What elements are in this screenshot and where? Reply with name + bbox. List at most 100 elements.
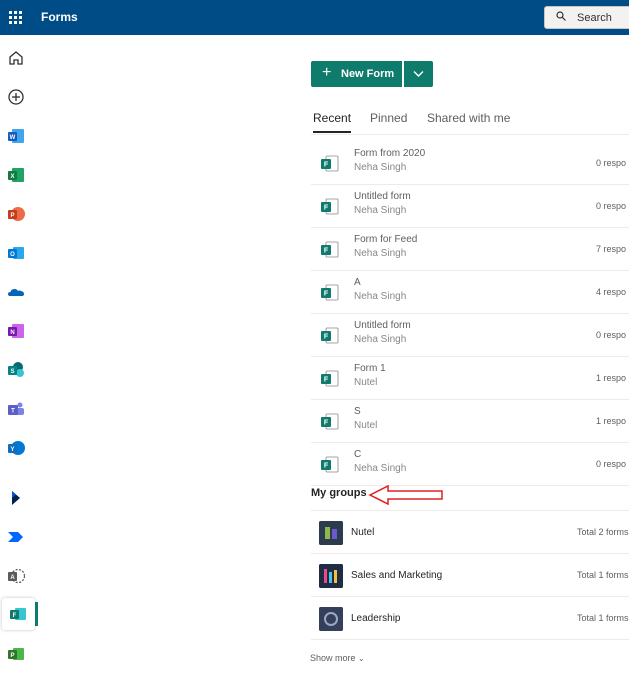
- form-title: Form for Feed: [354, 234, 418, 245]
- new-form-dropdown-button[interactable]: [404, 61, 433, 87]
- word-app[interactable]: W: [4, 124, 28, 148]
- planner-icon: P: [8, 648, 24, 660]
- forms-icon: F: [10, 608, 26, 620]
- form-owner: Neha Singh: [354, 463, 407, 474]
- show-more-link[interactable]: Show more ⌄: [310, 653, 365, 663]
- form-owner: Nutel: [354, 420, 378, 431]
- form-responses: 1 respo: [596, 373, 627, 383]
- chevron-down-icon: ⌄: [358, 654, 365, 663]
- form-row[interactable]: F Form for Feed Neha Singh 7 respo: [311, 228, 629, 271]
- yammer-app[interactable]: Y: [4, 436, 28, 460]
- teams-icon: T: [8, 402, 24, 415]
- tab-pinned[interactable]: Pinned: [370, 111, 407, 125]
- home-button[interactable]: [4, 46, 28, 70]
- onenote-app[interactable]: N: [4, 319, 28, 343]
- outlook-app[interactable]: O: [4, 241, 28, 265]
- onedrive-icon: [8, 289, 24, 296]
- svg-text:P: P: [10, 213, 14, 219]
- group-avatar: [319, 521, 343, 545]
- show-more-label: Show more: [310, 653, 356, 663]
- form-row[interactable]: F C Neha Singh 0 respo: [311, 443, 629, 486]
- form-responses: 0 respo: [596, 459, 627, 469]
- svg-text:F: F: [324, 205, 329, 212]
- powerpoint-app[interactable]: P: [4, 202, 28, 226]
- sharepoint-icon: S: [8, 362, 24, 377]
- search-box[interactable]: Search: [544, 6, 629, 29]
- svg-text:N: N: [10, 330, 14, 336]
- form-responses: 1 respo: [596, 416, 627, 426]
- form-file-icon: F: [321, 413, 339, 430]
- group-row[interactable]: Nutel Total 2 forms: [311, 511, 629, 554]
- forms-app[interactable]: F: [2, 598, 35, 630]
- create-button[interactable]: [4, 85, 28, 109]
- form-row[interactable]: F Untitled form Neha Singh 0 respo: [311, 185, 629, 228]
- sharepoint-app[interactable]: S: [4, 358, 28, 382]
- form-file-icon: F: [321, 370, 339, 387]
- onenote-icon: N: [8, 324, 24, 338]
- svg-text:F: F: [324, 377, 329, 384]
- svg-text:F: F: [324, 334, 329, 341]
- planner-app[interactable]: P: [4, 642, 28, 666]
- power-automate-app[interactable]: [4, 525, 28, 549]
- plus-icon: +: [322, 64, 332, 81]
- form-responses: 0 respo: [596, 201, 627, 211]
- excel-app[interactable]: X: [4, 163, 28, 187]
- form-title: S: [354, 406, 361, 417]
- form-title: C: [354, 449, 362, 460]
- onedrive-app[interactable]: [4, 280, 28, 304]
- access-icon: A: [8, 568, 25, 584]
- group-row[interactable]: Sales and Marketing Total 1 forms: [311, 554, 629, 597]
- create-icon: [8, 89, 24, 105]
- svg-text:A: A: [10, 575, 15, 581]
- svg-text:F: F: [324, 420, 329, 427]
- svg-text:F: F: [324, 248, 329, 255]
- form-row[interactable]: F Untitled form Neha Singh 0 respo: [311, 314, 629, 357]
- dynamics-app[interactable]: [4, 486, 28, 510]
- form-title: Untitled form: [354, 191, 411, 202]
- form-row[interactable]: F Form 1 Nutel 1 respo: [311, 357, 629, 400]
- form-file-icon: F: [321, 456, 339, 473]
- excel-icon: X: [8, 168, 24, 182]
- form-row[interactable]: F S Nutel 1 respo: [311, 400, 629, 443]
- form-title: Form 1: [354, 363, 386, 374]
- form-row[interactable]: F Form from 2020 Neha Singh 0 respo: [311, 142, 629, 185]
- tab-recent[interactable]: Recent: [313, 111, 351, 125]
- new-form-label: New Form: [341, 68, 395, 80]
- svg-text:Y: Y: [10, 447, 14, 453]
- app-title[interactable]: Forms: [41, 10, 78, 24]
- top-bar: Forms Search: [0, 0, 629, 35]
- form-responses: 4 respo: [596, 287, 627, 297]
- power-automate-icon: [8, 532, 23, 542]
- svg-text:P: P: [10, 653, 14, 659]
- left-rail: W X P O N S T Y A F P: [0, 35, 38, 681]
- form-owner: Neha Singh: [354, 205, 407, 216]
- new-form-button[interactable]: + New Form: [311, 61, 402, 87]
- tab-shared-with-me[interactable]: Shared with me: [427, 111, 510, 125]
- group-name: Leadership: [351, 613, 401, 624]
- tabs-divider: [311, 134, 629, 135]
- word-icon: W: [8, 129, 24, 143]
- group-form-count: Total 2 forms: [577, 527, 629, 537]
- form-responses: 7 respo: [596, 244, 627, 254]
- chevron-down-icon: [413, 71, 424, 77]
- form-responses: 0 respo: [596, 330, 627, 340]
- access-app[interactable]: A: [4, 564, 28, 588]
- svg-text:F: F: [324, 463, 329, 470]
- form-owner: Nutel: [354, 377, 378, 388]
- form-title: Form from 2020: [354, 148, 426, 159]
- svg-text:X: X: [10, 174, 14, 180]
- form-owner: Neha Singh: [354, 334, 407, 345]
- teams-app[interactable]: T: [4, 397, 28, 421]
- form-owner: Neha Singh: [354, 162, 407, 173]
- group-row[interactable]: Leadership Total 1 forms: [311, 597, 629, 640]
- dynamics-icon: [12, 491, 20, 505]
- form-row[interactable]: F A Neha Singh 4 respo: [311, 271, 629, 314]
- svg-text:F: F: [324, 291, 329, 298]
- svg-text:F: F: [13, 613, 17, 619]
- app-launcher-icon[interactable]: [9, 11, 23, 25]
- form-owner: Neha Singh: [354, 291, 407, 302]
- form-file-icon: F: [321, 198, 339, 215]
- form-title: Untitled form: [354, 320, 411, 331]
- my-groups-heading: My groups: [311, 487, 367, 499]
- form-responses: 0 respo: [596, 158, 627, 168]
